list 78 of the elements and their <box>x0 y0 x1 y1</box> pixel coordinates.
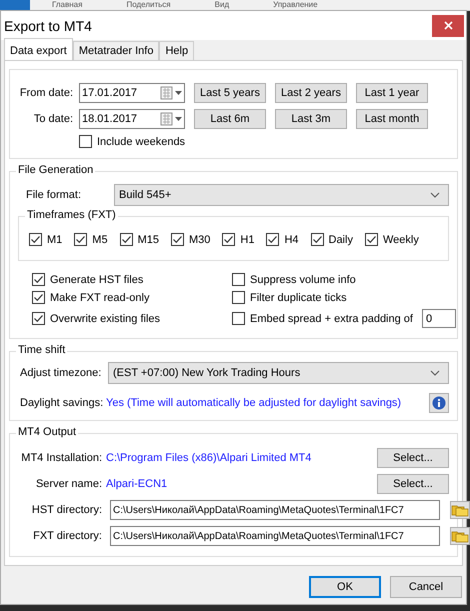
checkbox[interactable] <box>79 135 92 148</box>
field-label: Adjust timezone: <box>19 367 102 379</box>
checkbox[interactable] <box>32 312 45 325</box>
group-title: Timeframes (FXT) <box>25 209 118 221</box>
dialog-button[interactable]: Cancel <box>390 576 462 598</box>
checkbox[interactable] <box>32 291 45 304</box>
select-button[interactable]: Select... <box>377 448 449 468</box>
select-button[interactable]: Select... <box>377 474 449 494</box>
checkbox-label: Make FXT read-only <box>50 292 150 304</box>
checkbox[interactable] <box>29 233 42 246</box>
window-title: Export to MT4 <box>4 18 92 34</box>
checkbox[interactable] <box>32 273 45 286</box>
group-title: MT4 Output <box>16 426 78 438</box>
checkbox[interactable] <box>232 273 245 286</box>
checkbox[interactable] <box>310 233 324 246</box>
format-dropdown[interactable]: Build 545+ <box>114 184 449 206</box>
checkbox[interactable] <box>170 233 184 246</box>
checkbox[interactable] <box>232 291 245 304</box>
ribbon-tab[interactable]: Главная <box>30 0 104 10</box>
date-field[interactable]: 18.01.2017 <box>79 109 185 129</box>
ribbon-tab[interactable]: Управление <box>251 0 340 10</box>
calendar-dropdown-icon[interactable] <box>160 86 184 100</box>
field-label: From date: <box>18 87 73 99</box>
preset-button[interactable]: Last 5 years <box>194 83 266 103</box>
dialog-button[interactable]: OK <box>309 576 381 598</box>
checkbox[interactable] <box>222 233 236 246</box>
tab[interactable]: Metatrader Info <box>72 41 160 60</box>
preset-button[interactable]: Last month <box>356 109 428 129</box>
field-label: MT4 Installation: <box>20 452 102 464</box>
group-title: Time shift <box>16 344 68 356</box>
checkbox-label: M1 <box>47 234 62 246</box>
date-field[interactable]: 17.01.2017 <box>79 83 185 103</box>
checkbox-label: Include weekends <box>97 136 186 148</box>
field-label: File format: <box>25 189 82 201</box>
checkbox-label: M30 <box>188 234 210 246</box>
checkbox[interactable] <box>120 233 133 246</box>
checkbox-label: Weekly <box>382 234 419 246</box>
field-label: FXT directory: <box>32 530 102 542</box>
field-label: To date: <box>32 113 73 125</box>
checkbox[interactable] <box>74 233 88 246</box>
checkbox-label: Daily <box>328 234 353 246</box>
field-label: HST directory: <box>30 504 102 516</box>
tab[interactable]: Data export <box>4 38 73 60</box>
chevron-down-icon <box>430 192 440 198</box>
preset-button[interactable]: Last 6m <box>194 109 266 129</box>
close-button[interactable] <box>432 14 464 36</box>
checkbox-label: M5 <box>92 234 108 246</box>
checkbox-label: Generate HST files <box>50 274 144 286</box>
preset-button[interactable]: Last 2 years <box>275 83 347 103</box>
directory-field[interactable]: C:\Users\Николай\AppData\Roaming\MetaQuotes\Terminal\1FC7 <box>110 526 440 546</box>
padding-field[interactable]: 0 <box>422 309 456 328</box>
checkbox-label: Suppress volume info <box>250 274 356 286</box>
checkbox-label: Overwrite existing files <box>50 312 160 324</box>
field-value: C:\Program Files (x86)\Alpari Limited MT4 <box>106 452 312 464</box>
group-title: File Generation <box>16 164 96 176</box>
timezone-dropdown[interactable]: (EST +07:00) New York Trading Hours <box>108 362 449 384</box>
checkbox[interactable] <box>364 233 378 246</box>
chevron-down-icon <box>430 370 440 376</box>
checkbox[interactable] <box>266 233 280 246</box>
close-icon <box>444 21 452 30</box>
field-label: Daylight savings: <box>19 397 104 409</box>
checkbox-label: H4 <box>284 234 298 246</box>
directory-field[interactable]: C:\Users\Николай\AppData\Roaming\MetaQuotes\Terminal\1FC7 <box>110 500 440 520</box>
checkbox-label: Embed spread + extra padding of <box>250 312 413 324</box>
field-value: Alpari-ECN1 <box>106 478 168 490</box>
tab[interactable]: Help <box>159 41 194 60</box>
ribbon-tab[interactable]: Поделиться <box>104 0 193 10</box>
checkbox-label: Filter duplicate ticks <box>250 292 347 304</box>
info-button[interactable] <box>429 393 449 413</box>
ribbon-tab[interactable]: Вид <box>192 0 252 10</box>
checkbox-label: H1 <box>240 234 254 246</box>
field-label: Server name: <box>34 478 102 490</box>
checkbox[interactable] <box>232 312 245 325</box>
preset-button[interactable]: Last 3m <box>275 109 347 129</box>
field-value: Yes (Time will automatically be adjusted for daylight savings) <box>106 397 402 409</box>
calendar-dropdown-icon[interactable] <box>160 112 184 126</box>
preset-button[interactable]: Last 1 year <box>356 83 428 103</box>
checkbox-label: M15 <box>138 234 159 246</box>
